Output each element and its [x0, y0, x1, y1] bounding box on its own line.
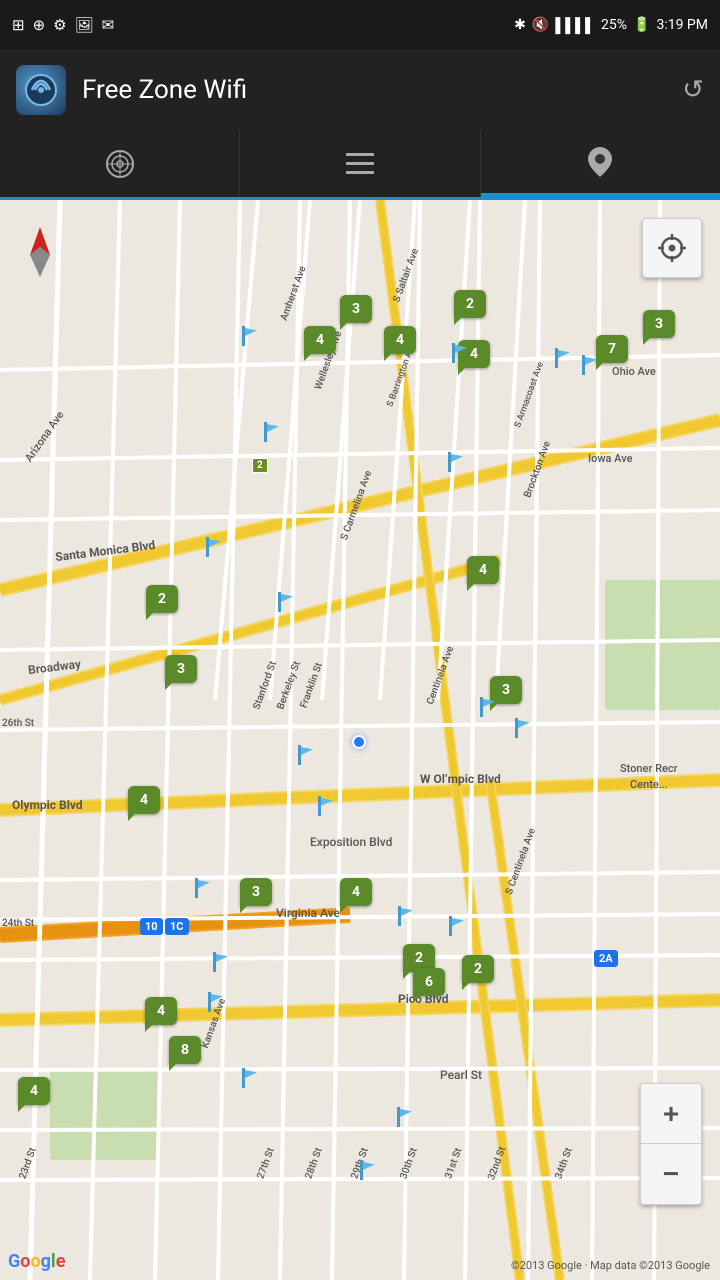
- tab-map[interactable]: [481, 130, 720, 197]
- cluster-marker-4b[interactable]: 4: [384, 326, 416, 354]
- refresh-button[interactable]: ↺: [682, 75, 704, 105]
- wifi-flag-8[interactable]: [276, 592, 298, 612]
- map-container[interactable]: Arizona Ave Santa Monica Blvd Broadway O…: [0, 200, 720, 1280]
- tab-bar: [0, 130, 720, 200]
- wifi-flag-18[interactable]: [240, 1068, 262, 1088]
- i10-1c-shield: 1C: [165, 918, 189, 935]
- wifi-flag-11[interactable]: [296, 745, 318, 765]
- wifi-flag-6[interactable]: [446, 452, 468, 472]
- app-bar: Free Zone Wifi ↺: [0, 50, 720, 130]
- cluster-marker-4h[interactable]: 4: [18, 1077, 50, 1105]
- user-location-dot: [352, 735, 366, 749]
- status-icons-right: ✱ 🔇 ▌▌▌▌ 25% 🔋 3:19 PM: [514, 17, 708, 34]
- add-icon: ⊞: [12, 16, 25, 34]
- bluetooth-icon: ✱: [514, 17, 526, 33]
- cluster-marker-4a[interactable]: 4: [304, 326, 336, 354]
- usb-icon: ⚙: [53, 16, 66, 34]
- wifi-flag-2[interactable]: [450, 343, 472, 363]
- mail-icon: ✉: [102, 16, 115, 34]
- status-icons-left: ⊞ ⊕ ⚙ 🖼 ✉: [12, 16, 114, 34]
- cluster-marker-6[interactable]: 6: [413, 968, 445, 996]
- wifi-flag-4[interactable]: [580, 355, 602, 375]
- zoom-in-button[interactable]: +: [641, 1084, 701, 1144]
- gps-icon: ⊕: [33, 16, 46, 34]
- wifi-flag-1[interactable]: [240, 326, 262, 346]
- wifi-flag-17[interactable]: [206, 992, 228, 1012]
- north-arrow: [25, 225, 55, 275]
- tab-radar[interactable]: [0, 130, 240, 197]
- wifi-flag-13[interactable]: [193, 878, 215, 898]
- signal-icon: ▌▌▌▌: [555, 17, 595, 34]
- app-icon: [16, 65, 66, 115]
- app-title: Free Zone Wifi: [82, 75, 247, 105]
- wifi-flag-5[interactable]: [262, 422, 284, 442]
- cluster-marker-3b[interactable]: 3: [643, 310, 675, 338]
- image-icon: 🖼: [75, 16, 94, 34]
- map-copyright: ©2013 Google · Map data ©2013 Google: [511, 1259, 710, 1272]
- cluster-marker-3[interactable]: 3: [340, 295, 372, 323]
- wifi-flag-10[interactable]: [513, 718, 535, 738]
- wifi-flag-9[interactable]: [478, 697, 500, 717]
- google-attribution: Google: [8, 1251, 65, 1272]
- wifi-flag-19[interactable]: [395, 1107, 417, 1127]
- cluster-marker-2d[interactable]: 2: [462, 955, 494, 983]
- google-logo: Google: [8, 1251, 65, 1272]
- wifi-flag-7[interactable]: [204, 537, 226, 557]
- road-2-shield: 2: [252, 458, 268, 473]
- wifi-flag-3[interactable]: [553, 348, 575, 368]
- wifi-flag-16[interactable]: [211, 952, 233, 972]
- wifi-flag-12[interactable]: [316, 796, 338, 816]
- tab-list[interactable]: [240, 130, 480, 197]
- mute-icon: 🔇: [532, 17, 549, 33]
- cluster-marker-3c[interactable]: 3: [165, 655, 197, 683]
- battery-icon: 🔋: [633, 17, 650, 33]
- cluster-marker-4d[interactable]: 4: [467, 556, 499, 584]
- cluster-marker-8[interactable]: 8: [169, 1036, 201, 1064]
- battery-percent: 25%: [601, 17, 627, 33]
- cluster-marker-2b[interactable]: 2: [146, 585, 178, 613]
- i10-2a-shield: 2A: [594, 950, 618, 967]
- gps-locate-button[interactable]: [642, 218, 702, 278]
- status-bar: ⊞ ⊕ ⚙ 🖼 ✉ ✱ 🔇 ▌▌▌▌ 25% 🔋 3:19 PM: [0, 0, 720, 50]
- cluster-marker-3e[interactable]: 3: [240, 878, 272, 906]
- app-bar-left: Free Zone Wifi: [16, 65, 247, 115]
- wifi-flag-14[interactable]: [396, 906, 418, 926]
- cluster-marker-2a[interactable]: 2: [454, 290, 486, 318]
- wifi-flag-20[interactable]: [358, 1160, 380, 1180]
- wifi-flag-15[interactable]: [447, 916, 469, 936]
- cluster-marker-4e[interactable]: 4: [128, 786, 160, 814]
- zoom-controls: + −: [640, 1083, 702, 1205]
- zoom-out-button[interactable]: −: [641, 1144, 701, 1204]
- cluster-marker-4g[interactable]: 4: [145, 997, 177, 1025]
- clock: 3:19 PM: [656, 17, 708, 33]
- i10-shield: 10: [140, 918, 163, 935]
- cluster-marker-4f[interactable]: 4: [340, 878, 372, 906]
